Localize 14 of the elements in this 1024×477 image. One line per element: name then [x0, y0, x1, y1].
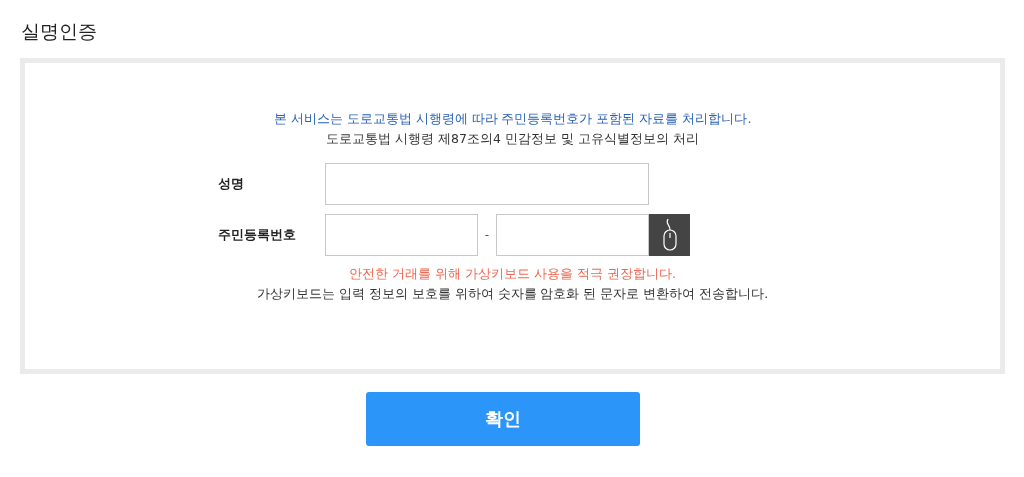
name-input[interactable]: [325, 163, 649, 205]
confirm-button[interactable]: 확인: [366, 392, 640, 446]
notice-text: 가상키보드는 입력 정보의 보호를 위하여 숫자를 암호화 된 문자로 변환하여 전송합니다.: [255, 285, 770, 303]
id-back-input[interactable]: [496, 214, 649, 256]
virtual-keyboard-button[interactable]: [649, 214, 690, 256]
notice-text: 안전한 거래를 위해 가상키보드 사용을 적극 권장합니다.: [348, 265, 677, 283]
field-label: 주민등록번호: [218, 226, 296, 244]
mouse-icon: [661, 218, 678, 252]
page-title: 실명인증: [21, 19, 98, 44]
id-front-input[interactable]: [325, 214, 478, 256]
notice-text: 도로교통법 시행령 제87조의4 민감정보 및 고유식별정보의 처리: [325, 130, 700, 148]
field-label: 성명: [218, 175, 244, 193]
separator-text: -: [483, 228, 491, 242]
notice-text: 본 서비스는 도로교통법 시행령에 따라 주민등록번호가 포함된 자료를 처리합니다.: [272, 110, 753, 128]
